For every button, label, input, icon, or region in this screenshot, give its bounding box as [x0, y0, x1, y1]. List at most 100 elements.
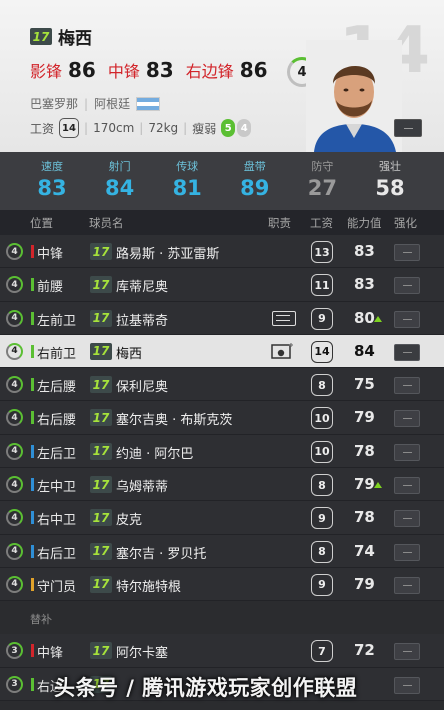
- upgrade-button[interactable]: [394, 277, 420, 295]
- row-player-name: 库蒂尼奥: [116, 280, 169, 296]
- position-ratings: 影锋 86 中锋 83 右边锋 86: [30, 58, 268, 82]
- player-row[interactable]: 4 前腰 17 库蒂尼奥 11 83: [0, 268, 444, 302]
- position-color-bar: [31, 378, 34, 392]
- upgrade-button[interactable]: [394, 377, 420, 395]
- row-player-name: 阿尔卡塞: [116, 646, 169, 662]
- weak-foot-badge: 5: [221, 119, 236, 137]
- row-player-name: 特尔施特根: [116, 579, 182, 595]
- upgrade-button[interactable]: [394, 510, 420, 528]
- skill-level-ring: 4: [6, 542, 23, 560]
- header-wage[interactable]: 工资: [310, 215, 333, 231]
- attribute-shooting: 射门 84: [98, 152, 142, 210]
- season-badge: 17: [90, 642, 112, 660]
- header-position[interactable]: 位置: [30, 215, 53, 231]
- attribute-name: 强壮: [378, 160, 401, 173]
- subs-section-label: 替补: [0, 601, 444, 635]
- row-wage-badge: 8: [311, 374, 333, 397]
- row-position: 右中卫: [37, 513, 77, 529]
- player-row[interactable]: 4 左后卫 17 约迪 · 阿尔巴 10 78: [0, 434, 444, 469]
- upgrade-button[interactable]: [394, 310, 420, 328]
- header-upgrade[interactable]: 强化: [394, 215, 417, 231]
- position-color-bar: [31, 478, 34, 492]
- nation-name: 阿根廷: [94, 97, 131, 111]
- row-player-name: 塞尔吉 · 罗贝托: [116, 546, 207, 562]
- skill-level-ring: 4: [6, 243, 23, 260]
- skill-level-ring: 4: [6, 575, 23, 593]
- row-player-name: 保利尼奥: [116, 380, 169, 396]
- position-rating: 影锋 86: [30, 58, 96, 82]
- wage-label: 工资: [30, 121, 55, 136]
- upgrade-button[interactable]: [394, 676, 420, 694]
- upgrade-button[interactable]: [394, 643, 420, 661]
- header-rating[interactable]: 能力值: [347, 215, 382, 231]
- attribute-name: 射门: [108, 160, 131, 173]
- player-row[interactable]: 4 右后腰 17 塞尔吉奥 · 布斯克茨 10 79: [0, 401, 444, 435]
- row-wage-badge: 9: [311, 507, 333, 530]
- row-position: 左后腰: [37, 380, 77, 396]
- attribute-name: 盘带: [243, 160, 266, 173]
- player-row[interactable]: 4 右中卫 17 皮克 9 78: [0, 501, 444, 535]
- divider: |: [183, 121, 188, 135]
- player-row[interactable]: 4 守门员 17 特尔施特根 9 79: [0, 567, 444, 602]
- row-wage-badge: 8: [311, 540, 333, 563]
- attribute-value: 27: [307, 176, 337, 200]
- player-row[interactable]: 4 左后腰 17 保利尼奥 8 75: [0, 368, 444, 402]
- row-wage-badge: 7: [311, 640, 333, 663]
- build: 瘦弱: [192, 121, 217, 136]
- divider: |: [84, 121, 89, 135]
- player-row[interactable]: 4 中锋 17 路易斯 · 苏亚雷斯 13 83: [0, 235, 444, 269]
- skill-level-ring: 3: [6, 675, 23, 693]
- upgrade-button[interactable]: [394, 343, 420, 361]
- player-row[interactable]: 4 右后卫 17 塞尔吉 · 罗贝托 8 74: [0, 534, 444, 568]
- season-badge: 17: [90, 376, 112, 394]
- position-color-bar: [31, 577, 34, 591]
- position-color-bar: [31, 544, 34, 558]
- watermark: 头条号 / 腾讯游戏玩家创作联盟: [54, 676, 358, 700]
- position-color-bar: [31, 344, 34, 358]
- position-color-bar: [31, 444, 34, 458]
- card-options-button[interactable]: [394, 119, 422, 137]
- row-position: 右后卫: [37, 546, 77, 562]
- position-color-bar: [31, 311, 34, 325]
- row-player-name: 约迪 · 阿尔巴: [116, 446, 194, 462]
- skill-level-ring: 4: [6, 476, 23, 494]
- captain-armband-icon[interactable]: [272, 310, 296, 326]
- attribute-value: 84: [104, 176, 135, 200]
- upgrade-button[interactable]: [394, 576, 420, 594]
- player-name: 梅西: [58, 29, 92, 49]
- row-rating: 83: [354, 242, 375, 260]
- player-row[interactable]: 4 左中卫 17 乌姆蒂蒂 8 79: [0, 468, 444, 502]
- attribute-defending: 防守 27: [300, 152, 344, 210]
- club-name: 巴塞罗那: [30, 97, 79, 111]
- row-wage-badge: 8: [311, 474, 333, 497]
- divider: |: [139, 121, 144, 135]
- row-wage-badge: 13: [311, 241, 333, 263]
- upgrade-button[interactable]: [394, 543, 420, 561]
- wage-badge: 14: [59, 118, 80, 138]
- season-badge: 17: [90, 509, 112, 527]
- row-position: 左前卫: [37, 313, 77, 329]
- header-name[interactable]: 球员名: [89, 215, 124, 231]
- position-color-bar: [31, 245, 34, 258]
- upgrade-button[interactable]: [394, 443, 420, 461]
- attribute-speed: 速度 83: [30, 152, 74, 210]
- skill-level-ring: 4: [6, 409, 23, 427]
- weight: 72kg: [148, 121, 179, 135]
- position-name: 影锋: [30, 62, 63, 81]
- height: 170cm: [93, 121, 135, 135]
- row-wage-badge: 11: [311, 274, 333, 297]
- player-row[interactable]: 4 右前卫 17 梅西 14 84: [0, 334, 444, 369]
- attribute-value: 81: [172, 176, 202, 200]
- player-row[interactable]: 4 左前卫 17 拉基蒂奇 9 80: [0, 301, 444, 335]
- row-position: 右前卫: [37, 346, 77, 362]
- row-rating: 78: [354, 508, 375, 527]
- upgrade-button[interactable]: [394, 410, 420, 428]
- position-value: 86: [68, 58, 96, 82]
- row-player-name: 乌姆蒂蒂: [116, 480, 169, 496]
- header-duty[interactable]: 职责: [268, 215, 291, 231]
- position-name: 中锋: [107, 62, 140, 81]
- freekick-icon[interactable]: [271, 342, 295, 360]
- upgrade-button[interactable]: [394, 244, 420, 261]
- upgrade-button[interactable]: [394, 477, 420, 495]
- player-row[interactable]: 3 中锋 17 阿尔卡塞 7 72: [0, 634, 444, 668]
